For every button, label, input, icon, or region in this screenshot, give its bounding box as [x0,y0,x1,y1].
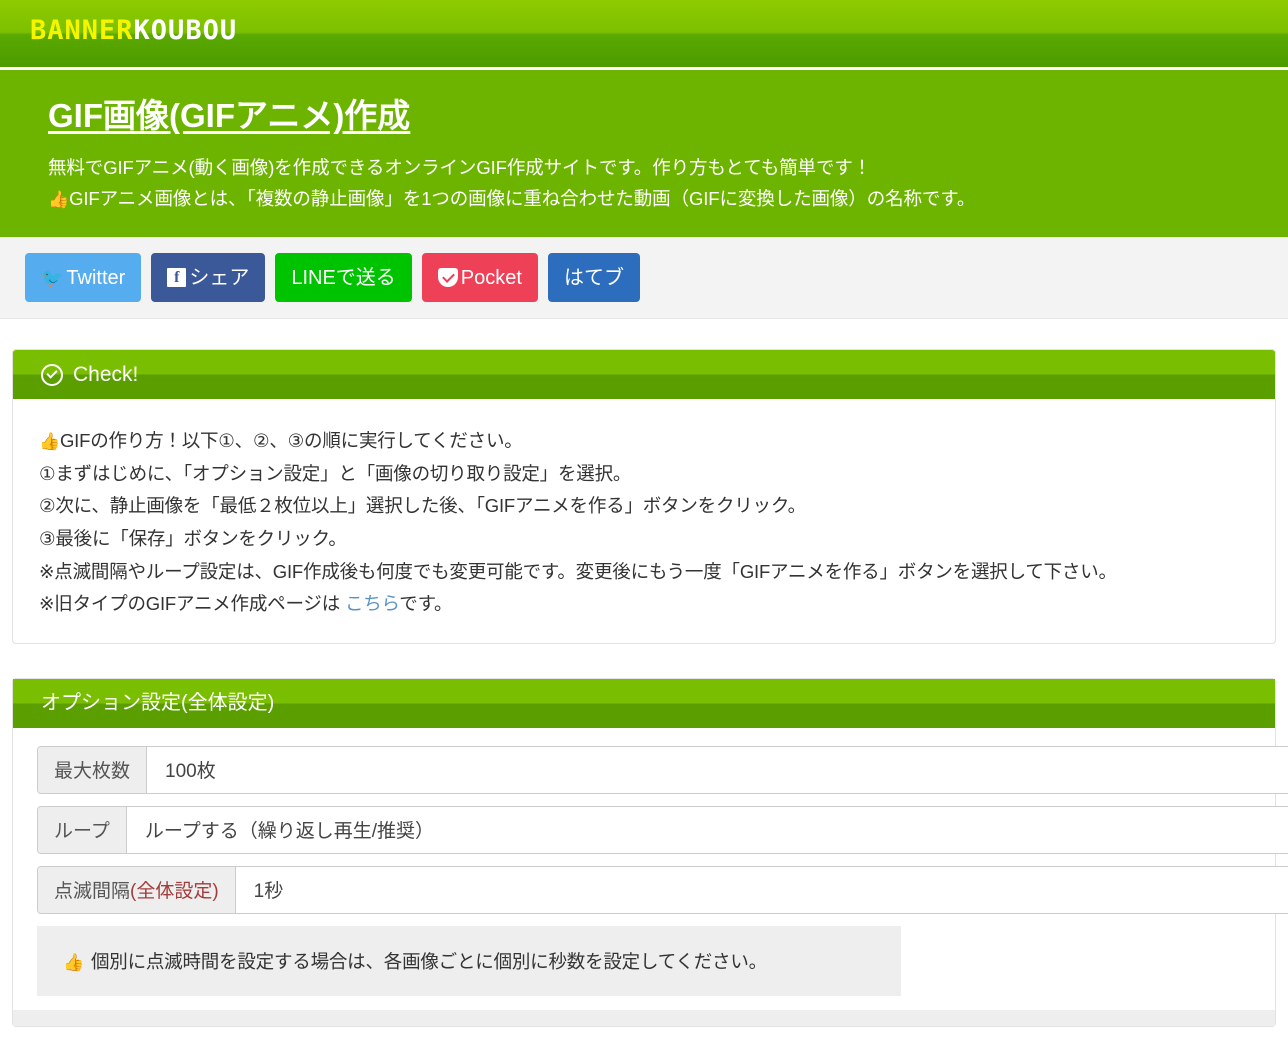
site-logo-bar: BANNERKOUBOU [0,0,1288,70]
check-panel-body: 👍GIFの作り方！以下①、②、③の順に実行してください。 ①まずはじめに、「オプ… [13,399,1275,642]
instruction-line-legacy-link: ※旧タイプのGIFアニメ作成ページは こちらです。 [39,588,1275,621]
option-label-interval-suffix: (全体設定) [130,881,219,903]
facebook-f-icon: f [167,268,187,288]
share-button-twitter-label: Twitter [66,266,126,289]
thumbs-up-icon: 👍 [48,190,70,210]
twitter-bird-icon: 🐦 [41,267,64,288]
options-panel-body: 最大枚数 100枚 ループ ループする（繰り返し再生/推奨） 点滅間隔 (全体設定… [13,727,1288,1026]
option-value-loop[interactable]: ループする（繰り返し再生/推奨） [126,806,1288,853]
share-button-twitter[interactable]: 🐦 Twitter [25,253,142,303]
hero-description-line-1: 無料でGIFアニメ(動く画像)を作成できるオンラインGIF作成サイトです。作り方… [48,156,872,178]
legacy-link-suffix: です。 [399,593,453,615]
option-value-interval[interactable]: 1秒 [235,866,1288,913]
logo-text-banner: BANNER [30,15,134,46]
instruction-line: ③最後に「保存」ボタンをクリック。 [39,527,347,549]
logo-text-koubou: KOUBOU [133,15,238,46]
option-label-loop: ループ [38,806,127,853]
instruction-line: ②次に、静止画像を「最低２枚位以上」選択した後、「GIFアニメを作る」ボタンをク… [39,495,806,517]
hero-description-line-2-text: GIFアニメ画像とは、「複数の静止画像」を1つの画像に重ね合わせた動画（GIFに… [69,188,976,210]
option-label-max-count: 最大枚数 [38,746,148,793]
social-share-bar: 🐦 Twitter f シェア LINEで送る Pocket はてブ [0,237,1288,320]
options-panel-header: オプション設定(全体設定) [13,678,1275,728]
check-panel: Check! 👍GIFの作り方！以下①、②、③の順に実行してください。 ①まずは… [12,349,1276,644]
share-button-pocket-label: Pocket [460,266,522,289]
site-logo[interactable]: BANNERKOUBOU [30,17,237,44]
share-button-hatena[interactable]: はてブ [547,253,640,303]
share-button-line[interactable]: LINEで送る [275,253,412,303]
option-row-loop: ループ ループする（繰り返し再生/推奨） [37,805,1288,854]
share-button-facebook[interactable]: f シェア [151,253,266,303]
thumbs-up-icon: 👍 [63,952,84,972]
check-panel-header-label: Check! [73,363,139,387]
hero-description-line-2: 👍GIFアニメ画像とは、「複数の静止画像」を1つの画像に重ね合わせた動画（GIF… [48,183,1288,215]
option-row-interval: 点滅間隔 (全体設定) 1秒 [37,865,1288,914]
check-circle-icon [41,363,63,386]
option-interval-note-text: 個別に点滅時間を設定する場合は、各画像ごとに個別に秒数を設定してください。 [90,950,767,972]
thumbs-up-icon: 👍 [39,432,60,452]
option-label-interval-main: 点滅間隔 [54,881,131,903]
options-bottom-strip [13,1009,1275,1026]
pocket-icon [437,268,458,288]
share-button-facebook-label: シェア [189,266,250,289]
instruction-line: ※点滅間隔やループ設定は、GIF作成後も何度でも変更可能です。変更後にもう一度「… [39,560,1117,582]
legacy-page-link[interactable]: こちら [345,593,400,614]
social-buttons-row: 🐦 Twitter f シェア LINEで送る Pocket はてブ [25,253,1288,303]
page-hero: GIF画像(GIFアニメ)作成 無料でGIFアニメ(動く画像)を作成できるオンラ… [0,70,1288,238]
page-title: GIF画像(GIFアニメ)作成 [48,97,411,134]
option-interval-note: 👍 個別に点滅時間を設定する場合は、各画像ごとに個別に秒数を設定してください。 [37,925,901,996]
share-button-line-label: LINEで送る [291,266,396,289]
option-value-max-count[interactable]: 100枚 [147,746,1288,793]
share-button-hatena-label: はてブ [563,266,624,289]
options-panel: オプション設定(全体設定) 最大枚数 100枚 ループ ループする（繰り返し再生… [12,677,1288,1027]
legacy-link-prefix: ※旧タイプのGIFアニメ作成ページは [39,593,345,615]
instruction-line-text: GIFの作り方！以下①、②、③の順に実行してください。 [59,430,523,452]
check-panel-header: Check! [13,350,1275,400]
instruction-line: 👍GIFの作り方！以下①、②、③の順に実行してください。 [39,425,1275,458]
instruction-line: ①まずはじめに、「オプション設定」と「画像の切り取り設定」を選択。 [39,462,632,484]
share-button-pocket[interactable]: Pocket [421,253,538,303]
option-row-max-count: 最大枚数 100枚 [37,745,1288,794]
option-label-interval: 点滅間隔 (全体設定) [38,866,236,913]
